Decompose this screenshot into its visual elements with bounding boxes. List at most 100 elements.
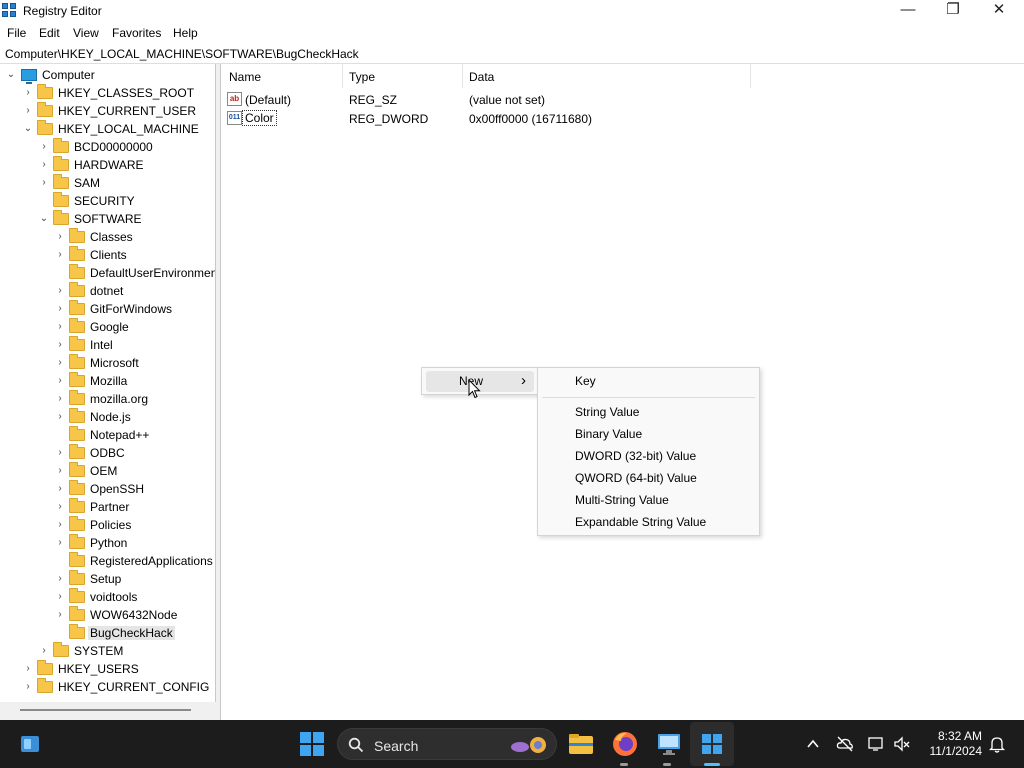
chevron-right-icon[interactable]: ›: [55, 285, 65, 297]
menu-file[interactable]: File: [7, 26, 26, 40]
tree-item[interactable]: › Microsoft: [0, 354, 215, 372]
address-path[interactable]: Computer\HKEY_LOCAL_MACHINE\SOFTWARE\Bug…: [5, 47, 359, 61]
chevron-right-icon[interactable]: ›: [23, 87, 33, 99]
minimize-button[interactable]: —: [885, 0, 931, 22]
tree-item[interactable]: › OpenSSH: [0, 480, 215, 498]
taskbar-search[interactable]: Search: [337, 728, 557, 760]
column-header-type[interactable]: Type: [343, 64, 463, 88]
tree-item[interactable]: › WOW6432Node: [0, 606, 215, 624]
chevron-right-icon[interactable]: ›: [55, 303, 65, 315]
tree-item[interactable]: › GitForWindows: [0, 300, 215, 318]
chevron-right-icon[interactable]: ›: [55, 501, 65, 513]
chevron-right-icon[interactable]: ›: [55, 519, 65, 531]
tree-item[interactable]: › Intel: [0, 336, 215, 354]
tree-item[interactable]: › Partner: [0, 498, 215, 516]
menu-edit[interactable]: Edit: [39, 26, 60, 40]
chevron-down-icon[interactable]: ⌄: [23, 123, 33, 135]
submenu-item-expandable-string-value[interactable]: Expandable String Value: [575, 515, 706, 529]
notification-bell-icon[interactable]: [988, 735, 1006, 753]
chevron-right-icon[interactable]: ›: [39, 141, 49, 153]
chevron-right-icon[interactable]: ›: [55, 357, 65, 369]
chevron-right-icon[interactable]: ›: [55, 321, 65, 333]
tree-item-hklm[interactable]: ⌄ HKEY_LOCAL_MACHINE: [0, 120, 215, 138]
submenu-item-key[interactable]: Key: [575, 374, 596, 388]
chevron-right-icon[interactable]: ›: [55, 447, 65, 459]
chevron-right-icon[interactable]: ›: [55, 465, 65, 477]
tree-item[interactable]: › Google: [0, 318, 215, 336]
scrollbar-thumb[interactable]: [20, 709, 191, 711]
tree-item[interactable]: › Node.js: [0, 408, 215, 426]
clock[interactable]: 8:32 AM 11/1/2024: [930, 729, 983, 759]
registry-editor-taskbar-icon[interactable]: [698, 730, 726, 758]
cloud-offline-icon[interactable]: [836, 735, 854, 753]
chevron-right-icon[interactable]: ›: [55, 573, 65, 585]
chevron-right-icon[interactable]: ›: [23, 105, 33, 117]
chevron-right-icon[interactable]: ›: [23, 663, 33, 675]
tree-item[interactable]: › SYSTEM: [0, 642, 215, 660]
submenu-item-multi-string-value[interactable]: Multi-String Value: [575, 493, 669, 507]
maximize-button[interactable]: ❐: [930, 0, 976, 22]
column-header-data[interactable]: Data: [463, 64, 751, 88]
value-row-default[interactable]: ab (Default) REG_SZ (value not set): [221, 90, 1001, 109]
tree-item[interactable]: › HARDWARE: [0, 156, 215, 174]
tree-item[interactable]: › dotnet: [0, 282, 215, 300]
tree-item[interactable]: BugCheckHack: [0, 624, 215, 642]
file-explorer-icon[interactable]: [567, 730, 595, 758]
submenu-item-binary-value[interactable]: Binary Value: [575, 427, 642, 441]
tree-horizontal-scrollbar[interactable]: [0, 702, 216, 720]
tree-item[interactable]: ⌄ SOFTWARE: [0, 210, 215, 228]
menu-help[interactable]: Help: [173, 26, 198, 40]
chevron-right-icon[interactable]: ›: [39, 645, 49, 657]
close-button[interactable]: ✕: [976, 0, 1022, 22]
tree-item[interactable]: › mozilla.org: [0, 390, 215, 408]
chevron-right-icon[interactable]: ›: [55, 537, 65, 549]
chevron-right-icon[interactable]: ›: [55, 483, 65, 495]
volume-muted-icon[interactable]: [893, 735, 911, 753]
chevron-right-icon[interactable]: ›: [39, 159, 49, 171]
chevron-right-icon[interactable]: ›: [39, 177, 49, 189]
chevron-up-icon[interactable]: [805, 736, 821, 752]
tree-item[interactable]: › Mozilla: [0, 372, 215, 390]
chevron-right-icon[interactable]: ›: [55, 339, 65, 351]
chevron-right-icon[interactable]: ›: [55, 249, 65, 261]
submenu-item-string-value[interactable]: String Value: [575, 405, 639, 419]
tree-item[interactable]: › Python: [0, 534, 215, 552]
tree-item-hkcu[interactable]: › HKEY_CURRENT_USER: [0, 102, 215, 120]
tree-item-hkcc[interactable]: › HKEY_CURRENT_CONFIG: [0, 678, 215, 696]
tree-item[interactable]: › BCD00000000: [0, 138, 215, 156]
chevron-right-icon[interactable]: ›: [55, 591, 65, 603]
tree-item[interactable]: Notepad++: [0, 426, 215, 444]
column-header-name[interactable]: Name: [221, 64, 343, 88]
chevron-right-icon[interactable]: ›: [55, 393, 65, 405]
tree-item[interactable]: RegisteredApplications: [0, 552, 215, 570]
chevron-down-icon[interactable]: ⌄: [6, 69, 16, 81]
tree-item[interactable]: › SAM: [0, 174, 215, 192]
network-icon[interactable]: [867, 735, 885, 753]
address-bar[interactable]: Computer\HKEY_LOCAL_MACHINE\SOFTWARE\Bug…: [0, 43, 1024, 64]
tree-item[interactable]: › Classes: [0, 228, 215, 246]
chevron-right-icon[interactable]: ›: [55, 609, 65, 621]
chevron-right-icon[interactable]: ›: [55, 231, 65, 243]
tree-item[interactable]: › voidtools: [0, 588, 215, 606]
menu-favorites[interactable]: Favorites: [112, 26, 161, 40]
tree-item-computer[interactable]: ⌄ Computer: [0, 66, 215, 84]
tree-item[interactable]: › Clients: [0, 246, 215, 264]
tree-item[interactable]: › OEM: [0, 462, 215, 480]
tree-item[interactable]: › Policies: [0, 516, 215, 534]
tree-item[interactable]: SECURITY: [0, 192, 215, 210]
firefox-icon[interactable]: [611, 730, 639, 758]
chevron-down-icon[interactable]: ⌄: [39, 213, 49, 225]
key-tree[interactable]: ⌄ Computer › HKEY_CLASSES_ROOT › HKEY_CU…: [0, 64, 216, 720]
chevron-right-icon[interactable]: ›: [23, 681, 33, 693]
value-row-color[interactable]: 011 Color REG_DWORD 0x00ff0000 (16711680…: [221, 109, 1001, 128]
tree-item[interactable]: DefaultUserEnvironmen: [0, 264, 215, 282]
menu-view[interactable]: View: [73, 26, 99, 40]
tree-item[interactable]: › ODBC: [0, 444, 215, 462]
chevron-right-icon[interactable]: ›: [55, 375, 65, 387]
submenu-item-dword-value[interactable]: DWORD (32-bit) Value: [575, 449, 696, 463]
chevron-right-icon[interactable]: ›: [55, 411, 65, 423]
tree-item-hku[interactable]: › HKEY_USERS: [0, 660, 215, 678]
tree-item-hkcr[interactable]: › HKEY_CLASSES_ROOT: [0, 84, 215, 102]
tree-item[interactable]: › Setup: [0, 570, 215, 588]
remote-desktop-icon[interactable]: [655, 730, 683, 758]
